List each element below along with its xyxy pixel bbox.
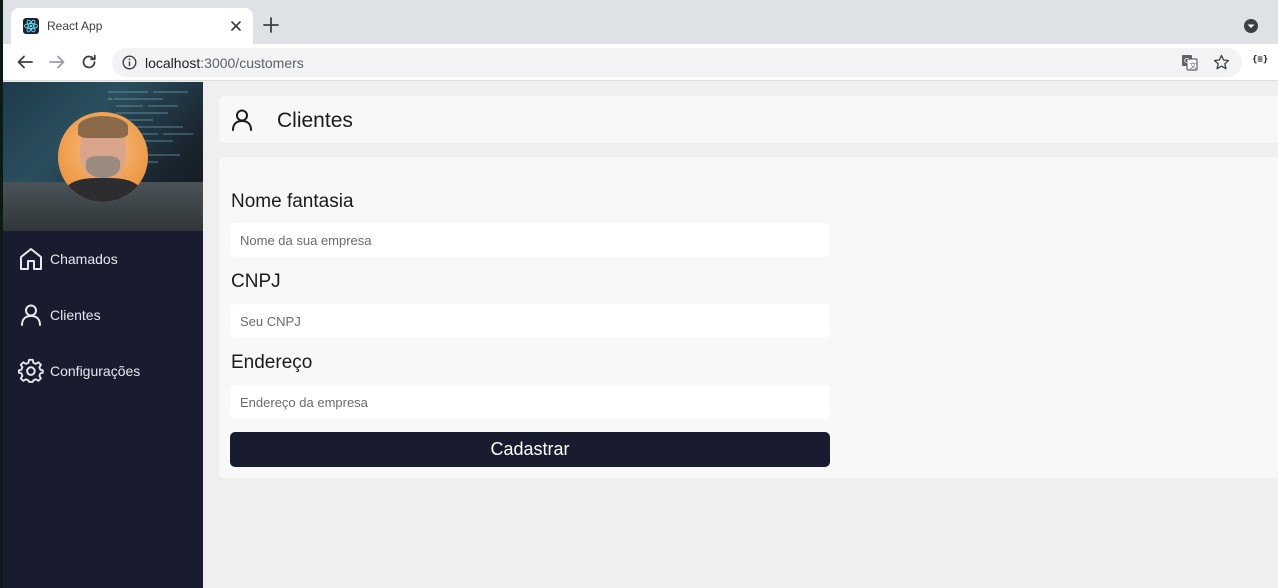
tab-strip: React App — [3, 0, 1278, 44]
avatar-beard — [86, 156, 120, 178]
new-tab-icon[interactable] — [261, 15, 281, 35]
sidebar-item-label: Chamados — [50, 251, 118, 267]
avatar-shirt — [66, 178, 140, 202]
sidebar-item-label: Configurações — [50, 363, 141, 379]
translate-icon[interactable]: G 文 — [1181, 54, 1198, 71]
react-favicon-icon — [23, 18, 39, 34]
gear-icon — [18, 358, 44, 384]
endereco-label: Endereço — [231, 352, 313, 373]
sidebar-item-chamados[interactable]: Chamados — [18, 246, 118, 272]
page-header: Clientes — [219, 96, 1278, 143]
url-path: :3000/customers — [200, 55, 304, 71]
sidebar: Chamados Clientes Configurações — [3, 82, 203, 588]
sidebar-item-configuracoes[interactable]: Configurações — [18, 358, 140, 384]
close-tab-icon[interactable] — [227, 17, 245, 35]
address-url: localhost:3000/customers — [145, 55, 304, 71]
forward-arrow-icon[interactable] — [48, 53, 66, 71]
nome-fantasia-label: Nome fantasia — [231, 191, 354, 212]
endereco-input[interactable] — [230, 385, 830, 419]
avatar-hair — [78, 116, 128, 138]
svg-text:文: 文 — [1190, 61, 1197, 70]
avatar — [58, 112, 148, 202]
browser-window: React App localhost:3000/customers G 文 {… — [3, 0, 1278, 588]
cadastrar-button[interactable]: Cadastrar — [230, 432, 830, 467]
browser-toolbar: localhost:3000/customers G 文 {≡} — [3, 44, 1278, 81]
page-title: Clientes — [277, 109, 353, 132]
sidebar-item-clientes[interactable]: Clientes — [18, 302, 101, 328]
sidebar-cover-image — [3, 82, 203, 231]
extension-icon[interactable]: {≡} — [1252, 55, 1268, 65]
tab-search-icon[interactable] — [1243, 18, 1259, 34]
user-icon — [229, 107, 255, 133]
bookmark-star-icon[interactable] — [1213, 54, 1230, 71]
cnpj-input[interactable] — [230, 304, 830, 338]
site-info-icon[interactable] — [122, 55, 137, 70]
address-bar[interactable]: localhost:3000/customers G 文 — [112, 48, 1242, 77]
home-icon — [18, 246, 44, 272]
browser-tab[interactable]: React App — [11, 8, 253, 44]
customer-form: Nome fantasia CNPJ Endereço Cadastrar — [219, 157, 1278, 478]
app-root: Chamados Clientes Configurações Clientes… — [3, 82, 1278, 588]
cnpj-label: CNPJ — [231, 271, 281, 292]
nome-fantasia-input[interactable] — [230, 223, 830, 257]
reload-icon[interactable] — [80, 53, 98, 71]
tab-title: React App — [47, 19, 103, 33]
url-host: localhost — [145, 55, 201, 71]
back-arrow-icon[interactable] — [16, 53, 34, 71]
user-icon — [18, 302, 44, 328]
sidebar-item-label: Clientes — [50, 307, 101, 323]
